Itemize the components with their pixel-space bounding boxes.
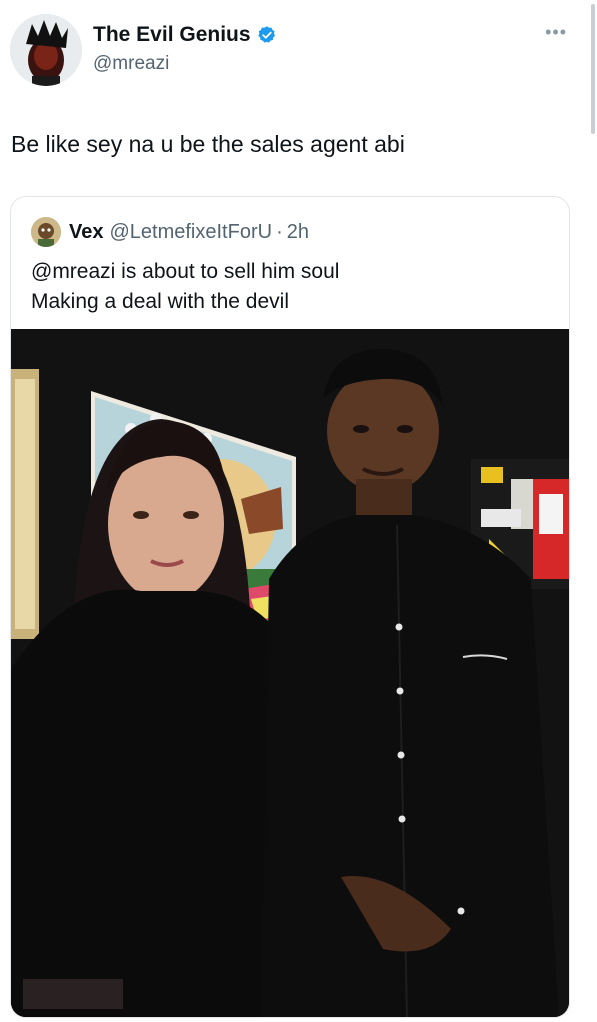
author-handle[interactable]: @mreazi [93, 52, 277, 76]
quoted-tweet-text: @mreazi is about to sell him soul Making… [31, 257, 339, 317]
quoted-timestamp[interactable]: 2h [287, 221, 309, 244]
avatar-image [10, 14, 82, 86]
quoted-text-line: Making a deal with the devil [31, 290, 289, 313]
separator-dot: · [276, 220, 283, 243]
tweet: The Evil Genius @mreazi ••• Be like sey … [0, 0, 597, 1022]
more-horizontal-icon[interactable]: ••• [545, 22, 567, 43]
quoted-avatar-image [31, 217, 61, 247]
quoted-tweet-header: Vex @LetmefixeItForU · 2h [31, 217, 309, 247]
quoted-text-line: @mreazi is about to sell him soul [31, 260, 340, 283]
author-avatar[interactable] [10, 14, 82, 86]
quoted-author-avatar[interactable] [31, 217, 61, 247]
quoted-handle[interactable]: @LetmefixeItForU [109, 221, 272, 244]
author-display-name[interactable]: The Evil Genius [93, 22, 251, 48]
scrollbar[interactable] [591, 4, 595, 134]
quoted-display-name[interactable]: Vex [69, 221, 103, 244]
verified-badge-icon [257, 26, 275, 43]
author-name-row[interactable]: The Evil Genius [93, 22, 277, 48]
photo-illustration [11, 329, 569, 1017]
tweet-text: Be like sey na u be the sales agent abi [11, 131, 405, 157]
author-info: The Evil Genius @mreazi [93, 22, 277, 76]
quoted-tweet-photo[interactable] [11, 329, 569, 1017]
quoted-tweet-card[interactable]: Vex @LetmefixeItForU · 2h @mreazi is abo… [10, 196, 570, 1018]
